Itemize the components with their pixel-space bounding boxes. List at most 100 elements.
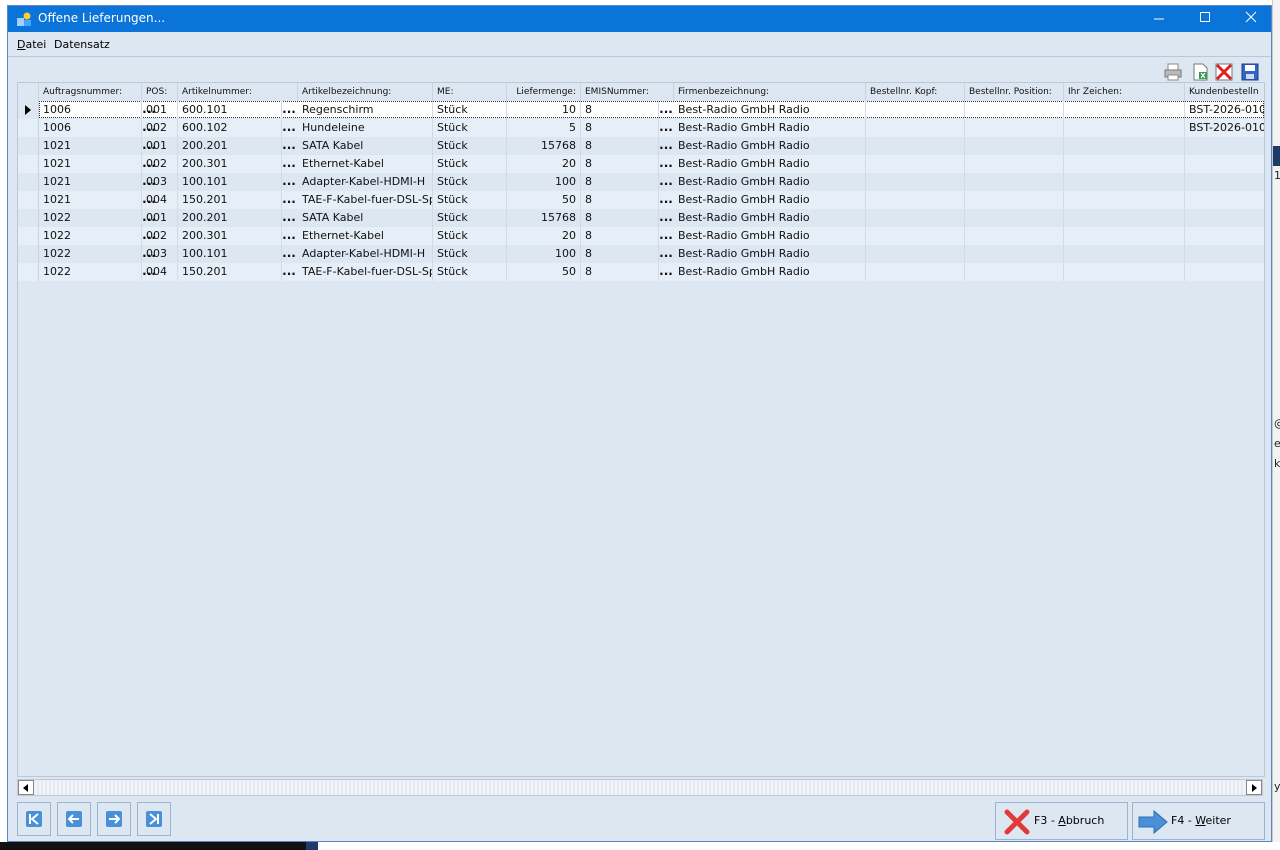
table-row[interactable]: 1021... 004 150.201... TAE-F-Kabel-fuer-DSL… bbox=[18, 191, 1264, 209]
cell-me[interactable]: Stück bbox=[433, 191, 507, 209]
cell-zeichen[interactable] bbox=[1064, 137, 1185, 155]
lookup-ellipsis-button[interactable]: ... bbox=[659, 155, 673, 173]
cell-zeichen[interactable] bbox=[1064, 263, 1185, 281]
cell-pos[interactable]: 001 bbox=[142, 209, 178, 227]
cell-me[interactable]: Stück bbox=[433, 209, 507, 227]
cell-pos[interactable]: 001 bbox=[142, 137, 178, 155]
row-indicator[interactable] bbox=[18, 119, 39, 137]
cell-pos[interactable]: 002 bbox=[142, 155, 178, 173]
cell-menge[interactable]: 10 bbox=[507, 101, 581, 119]
row-indicator[interactable] bbox=[18, 227, 39, 245]
cell-artikel[interactable]: 200.301 bbox=[178, 227, 282, 245]
cell-pos[interactable]: 004 bbox=[142, 191, 178, 209]
cell-artikel[interactable]: 200.301 bbox=[178, 155, 282, 173]
cell-me[interactable]: Stück bbox=[433, 137, 507, 155]
cell-menge[interactable]: 100 bbox=[507, 245, 581, 263]
column-header[interactable]: Liefermenge: bbox=[507, 83, 581, 101]
cell-firma[interactable]: Best-Radio GmbH Radio bbox=[674, 155, 866, 173]
column-header[interactable]: POS: bbox=[142, 83, 178, 101]
minimize-button[interactable] bbox=[1136, 6, 1182, 32]
lookup-ellipsis-button[interactable]: ... bbox=[282, 101, 296, 119]
cell-pos[interactable]: 003 bbox=[142, 173, 178, 191]
column-header[interactable]: Artikelbezeichnung: bbox=[298, 83, 433, 101]
cell-artikel[interactable]: 200.201 bbox=[178, 137, 282, 155]
cell-kopf[interactable] bbox=[866, 191, 965, 209]
cell-kunde[interactable]: BST-2026-010 bbox=[1185, 119, 1264, 137]
cell-auftrag[interactable]: 1022 bbox=[39, 209, 142, 227]
cell-bez[interactable]: Regenschirm bbox=[298, 101, 433, 119]
cell-menge[interactable]: 100 bbox=[507, 173, 581, 191]
cell-kopf[interactable] bbox=[866, 227, 965, 245]
row-indicator[interactable] bbox=[18, 191, 39, 209]
cell-me[interactable]: Stück bbox=[433, 101, 507, 119]
cell-kopf[interactable] bbox=[866, 209, 965, 227]
cell-firma[interactable]: Best-Radio GmbH Radio bbox=[674, 137, 866, 155]
table-row[interactable]: 1022... 004 150.201... TAE-F-Kabel-fuer-DSL… bbox=[18, 263, 1264, 281]
lookup-ellipsis-button[interactable]: ... bbox=[282, 155, 296, 173]
cell-kunde[interactable] bbox=[1185, 209, 1264, 227]
scroll-left-arrow-icon[interactable] bbox=[18, 780, 34, 795]
next-record-button[interactable] bbox=[97, 802, 131, 836]
lookup-ellipsis-button[interactable]: ... bbox=[282, 245, 296, 263]
cell-kopf[interactable] bbox=[866, 263, 965, 281]
table-row[interactable]: 1022... 003 100.101... Adapter-Kabel-HDMI-H… bbox=[18, 245, 1264, 263]
column-header[interactable]: Auftragsnummer: bbox=[39, 83, 142, 101]
cell-me[interactable]: Stück bbox=[433, 173, 507, 191]
cell-menge[interactable]: 50 bbox=[507, 191, 581, 209]
cell-position[interactable] bbox=[965, 137, 1064, 155]
cell-zeichen[interactable] bbox=[1064, 155, 1185, 173]
lookup-ellipsis-button[interactable]: ... bbox=[282, 227, 296, 245]
cell-artikel[interactable]: 100.101 bbox=[178, 245, 282, 263]
cell-bez[interactable]: Adapter-Kabel-HDMI-H bbox=[298, 245, 433, 263]
cell-emis[interactable]: 8 bbox=[581, 101, 659, 119]
cell-pos[interactable]: 001 bbox=[142, 101, 178, 119]
cell-artikel[interactable]: 600.101 bbox=[178, 101, 282, 119]
cell-me[interactable]: Stück bbox=[433, 263, 507, 281]
cell-bez[interactable]: Hundeleine bbox=[298, 119, 433, 137]
deliveries-grid[interactable]: Auftragsnummer: POS: Artikelnummer: Artikel… bbox=[17, 82, 1265, 777]
cell-pos[interactable]: 002 bbox=[142, 119, 178, 137]
lookup-ellipsis-button[interactable]: ... bbox=[659, 101, 673, 119]
lookup-ellipsis-button[interactable]: ... bbox=[659, 227, 673, 245]
cell-position[interactable] bbox=[965, 119, 1064, 137]
cell-kunde[interactable] bbox=[1185, 263, 1264, 281]
cell-bez[interactable]: Adapter-Kabel-HDMI-H bbox=[298, 173, 433, 191]
column-header[interactable]: Firmenbezeichnung: bbox=[674, 83, 866, 101]
column-header[interactable]: Kundenbestelln bbox=[1185, 83, 1264, 101]
table-row[interactable]: 1022... 001 200.201... SATA Kabel Stück 15768… bbox=[18, 209, 1264, 227]
cell-artikel[interactable]: 100.101 bbox=[178, 173, 282, 191]
cell-firma[interactable]: Best-Radio GmbH Radio bbox=[674, 173, 866, 191]
cell-firma[interactable]: Best-Radio GmbH Radio bbox=[674, 227, 866, 245]
column-header[interactable]: Ihr Zeichen: bbox=[1064, 83, 1185, 101]
first-record-button[interactable] bbox=[17, 802, 51, 836]
cell-position[interactable] bbox=[965, 173, 1064, 191]
next-button[interactable]: F4 - Weiter bbox=[1132, 802, 1265, 840]
cell-menge[interactable]: 50 bbox=[507, 263, 581, 281]
column-header[interactable]: Artikelnummer: bbox=[178, 83, 298, 101]
cell-auftrag[interactable]: 1021 bbox=[39, 173, 142, 191]
cell-menge[interactable]: 20 bbox=[507, 227, 581, 245]
column-header[interactable]: EMISNummer: bbox=[581, 83, 674, 101]
cell-auftrag[interactable]: 1021 bbox=[39, 155, 142, 173]
cell-auftrag[interactable]: 1022 bbox=[39, 245, 142, 263]
scroll-right-arrow-icon[interactable] bbox=[1246, 780, 1262, 795]
cell-firma[interactable]: Best-Radio GmbH Radio bbox=[674, 119, 866, 137]
menu-datensatz[interactable]: Datensatz bbox=[54, 38, 110, 51]
cell-zeichen[interactable] bbox=[1064, 101, 1185, 119]
cell-bez[interactable]: Ethernet-Kabel bbox=[298, 155, 433, 173]
cell-auftrag[interactable]: 1021 bbox=[39, 137, 142, 155]
cell-me[interactable]: Stück bbox=[433, 155, 507, 173]
cell-kopf[interactable] bbox=[866, 173, 965, 191]
cell-kunde[interactable] bbox=[1185, 137, 1264, 155]
maximize-button[interactable] bbox=[1182, 6, 1228, 32]
cell-auftrag[interactable]: 1006 bbox=[39, 101, 142, 119]
save-icon[interactable] bbox=[1240, 62, 1260, 82]
cell-me[interactable]: Stück bbox=[433, 119, 507, 137]
cell-kunde[interactable] bbox=[1185, 245, 1264, 263]
cell-firma[interactable]: Best-Radio GmbH Radio bbox=[674, 209, 866, 227]
cell-kopf[interactable] bbox=[866, 155, 965, 173]
lookup-ellipsis-button[interactable]: ... bbox=[282, 119, 296, 137]
cell-position[interactable] bbox=[965, 155, 1064, 173]
cell-emis[interactable]: 8 bbox=[581, 119, 659, 137]
cell-firma[interactable]: Best-Radio GmbH Radio bbox=[674, 263, 866, 281]
